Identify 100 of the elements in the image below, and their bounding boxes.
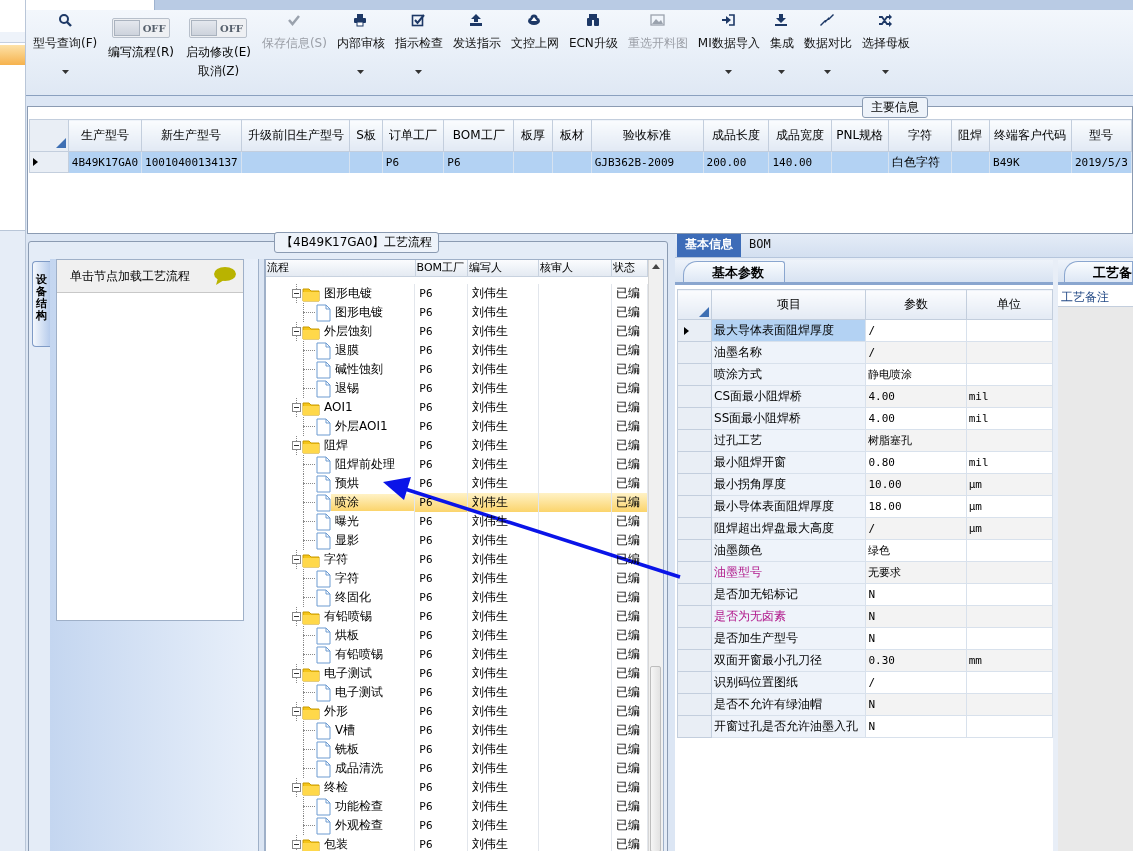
toolbar-button[interactable]: 指示检查 — [389, 10, 448, 88]
tree-row[interactable]: 铣板 P6 刘伟生 已编 — [266, 740, 648, 759]
table-row[interactable]: 是否为无卤素 N — [677, 605, 1053, 628]
tree-node-label[interactable]: 铣板 — [331, 740, 360, 759]
tree-node-label[interactable]: 功能检查 — [331, 797, 384, 816]
table-row[interactable]: 油墨型号 无要求 — [677, 561, 1053, 584]
table-row[interactable]: 开窗过孔是否允许油墨入孔 N — [677, 715, 1053, 738]
tree-row[interactable]: 字符 P6 刘伟生 已编 — [266, 569, 648, 588]
tree-row[interactable]: 有铅喷锡 P6 刘伟生 已编 — [266, 645, 648, 664]
tree-node-label[interactable]: AOI1 — [320, 398, 353, 417]
tree-node-label[interactable]: 字符 — [331, 569, 360, 588]
tree-row[interactable]: 外形 P6 刘伟生 已编 — [266, 702, 648, 721]
tree-node-label[interactable]: 烘板 — [331, 626, 360, 645]
tree-node-label[interactable]: 成品清洗 — [331, 759, 384, 778]
collapse-icon[interactable] — [292, 441, 302, 450]
tree-node-label[interactable]: 外层蚀刻 — [320, 322, 373, 341]
tree-row[interactable]: 有铅喷锡 P6 刘伟生 已编 — [266, 607, 648, 626]
column-header[interactable]: 核审人 — [539, 260, 613, 276]
toolbar-button[interactable]: MI数据导入 — [692, 10, 765, 88]
tree-row[interactable]: 图形电镀 P6 刘伟生 已编 — [266, 284, 648, 303]
tree-row[interactable]: V槽 P6 刘伟生 已编 — [266, 721, 648, 740]
splitter-handle[interactable] — [258, 259, 266, 851]
tree-node-label[interactable]: 外层AOI1 — [331, 417, 388, 436]
tree-node-label[interactable]: 退膜 — [331, 341, 360, 360]
column-header[interactable]: 板厚 — [513, 119, 552, 152]
column-header[interactable]: 生产型号 — [68, 119, 142, 152]
table-row[interactable]: 最小导体表面阻焊厚度 18.00 μm — [677, 495, 1053, 518]
collapse-icon[interactable] — [292, 327, 302, 336]
tree-node-label[interactable]: 图形电镀 — [331, 303, 384, 322]
tree-node-label[interactable]: 终检 — [320, 778, 349, 797]
toolbar-button[interactable]: 型号查询(F) — [28, 10, 103, 88]
tree-node-label[interactable]: 阻焊 — [320, 436, 349, 455]
column-header[interactable]: BOM工厂 — [443, 119, 514, 152]
tree-row[interactable]: 喷涂 P6 刘伟生 已编 — [266, 493, 648, 512]
collapse-icon[interactable] — [292, 669, 302, 678]
column-header[interactable]: S板 — [349, 119, 383, 152]
toolbar-button[interactable]: 集成 — [764, 10, 799, 88]
table-row[interactable]: 喷涂方式 静电喷涂 — [677, 363, 1053, 386]
tree-row[interactable]: 成品清洗 P6 刘伟生 已编 — [266, 759, 648, 778]
column-header[interactable]: 成品长度 — [703, 119, 769, 152]
tree-node-label[interactable]: 显影 — [331, 531, 360, 550]
tree-node-label[interactable]: 包装 — [320, 835, 349, 851]
column-header[interactable]: 板材 — [552, 119, 592, 152]
sub-tab[interactable]: 基本参数 — [683, 261, 785, 282]
collapse-icon[interactable] — [292, 840, 302, 849]
tree-node-label[interactable]: 终固化 — [331, 588, 372, 607]
column-header[interactable]: 参数 — [866, 289, 967, 320]
tree-node-label[interactable]: V槽 — [331, 721, 356, 740]
tree-row[interactable]: 显影 P6 刘伟生 已编 — [266, 531, 648, 550]
toggle-switch[interactable]: OFF — [189, 18, 248, 38]
collapse-icon[interactable] — [292, 289, 302, 298]
tree-node-label[interactable]: 外形 — [320, 702, 349, 721]
tree-row[interactable]: 阻焊 P6 刘伟生 已编 — [266, 436, 648, 455]
collapse-icon[interactable] — [292, 555, 302, 564]
column-header[interactable]: 升级前旧生产型号 — [241, 119, 350, 152]
table-row[interactable]: 识别码位置图纸 / — [677, 671, 1053, 694]
tree-node-label[interactable]: 曝光 — [331, 512, 360, 531]
tree-node-label[interactable]: 退锡 — [331, 379, 360, 398]
tree-row[interactable]: 退锡 P6 刘伟生 已编 — [266, 379, 648, 398]
toolbar-button[interactable]: ECN升级 — [563, 10, 623, 88]
tree-node-label[interactable]: 阻焊前处理 — [331, 455, 396, 474]
tree-node-label[interactable]: 电子测试 — [320, 664, 373, 683]
table-row[interactable]: 双面开窗最小孔刀径 0.30 mm — [677, 649, 1053, 672]
tree-row[interactable]: 电子测试 P6 刘伟生 已编 — [266, 664, 648, 683]
tree-node-label[interactable]: 碱性蚀刻 — [331, 360, 384, 379]
tree-node-label[interactable]: 外观检查 — [331, 816, 384, 835]
scroll-thumb[interactable] — [650, 666, 662, 851]
tab[interactable]: BOM — [741, 231, 779, 257]
tree-row[interactable]: 阻焊前处理 P6 刘伟生 已编 — [266, 455, 648, 474]
collapse-icon[interactable] — [292, 783, 302, 792]
tree-node-label[interactable]: 有铅喷锡 — [320, 607, 373, 626]
tree-node-label[interactable]: 图形电镀 — [320, 284, 373, 303]
tree-row[interactable]: 功能检查 P6 刘伟生 已编 — [266, 797, 648, 816]
column-header[interactable]: 成品宽度 — [768, 119, 832, 152]
collapse-icon[interactable] — [292, 403, 302, 412]
tree-row[interactable]: 图形电镀 P6 刘伟生 已编 — [266, 303, 648, 322]
table-row[interactable]: 阻焊超出焊盘最大高度 / μm — [677, 517, 1053, 540]
column-header[interactable]: 订单工厂 — [382, 119, 444, 152]
column-header[interactable]: 编写人 — [468, 260, 540, 276]
toolbar-button[interactable]: 文控上网 — [505, 10, 564, 88]
toolbar-button[interactable]: 内部审核 — [331, 10, 390, 88]
table-row[interactable]: 过孔工艺 树脂塞孔 — [677, 429, 1053, 452]
table-row[interactable]: CS面最小阻焊桥 4.00 mil — [677, 385, 1053, 408]
toolbar-button[interactable]: 选择母板 — [856, 10, 915, 88]
tree-row[interactable]: 外层蚀刻 P6 刘伟生 已编 — [266, 322, 648, 341]
tree-row[interactable]: 终固化 P6 刘伟生 已编 — [266, 588, 648, 607]
tree-row[interactable]: 碱性蚀刻 P6 刘伟生 已编 — [266, 360, 648, 379]
table-row[interactable]: SS面最小阻焊桥 4.00 mil — [677, 407, 1053, 430]
side-tab[interactable]: 设备结构 — [32, 261, 50, 347]
column-header[interactable]: 型号 — [1071, 119, 1132, 152]
tree-row[interactable]: 电子测试 P6 刘伟生 已编 — [266, 683, 648, 702]
notes-tab[interactable]: 工艺备 — [1064, 261, 1133, 282]
column-header[interactable]: 流程 — [266, 260, 416, 276]
toolbar-button[interactable]: 数据对比 — [798, 10, 857, 88]
toggle-switch[interactable]: OFF — [112, 18, 171, 38]
table-row[interactable]: 最大导体表面阻焊厚度 / — [677, 319, 1053, 342]
tree-row[interactable]: 外层AOI1 P6 刘伟生 已编 — [266, 417, 648, 436]
tree-row[interactable]: AOI1 P6 刘伟生 已编 — [266, 398, 648, 417]
cancel-button[interactable]: 取消(Z) — [197, 63, 240, 80]
column-header[interactable]: 终端客户代码 — [989, 119, 1072, 152]
